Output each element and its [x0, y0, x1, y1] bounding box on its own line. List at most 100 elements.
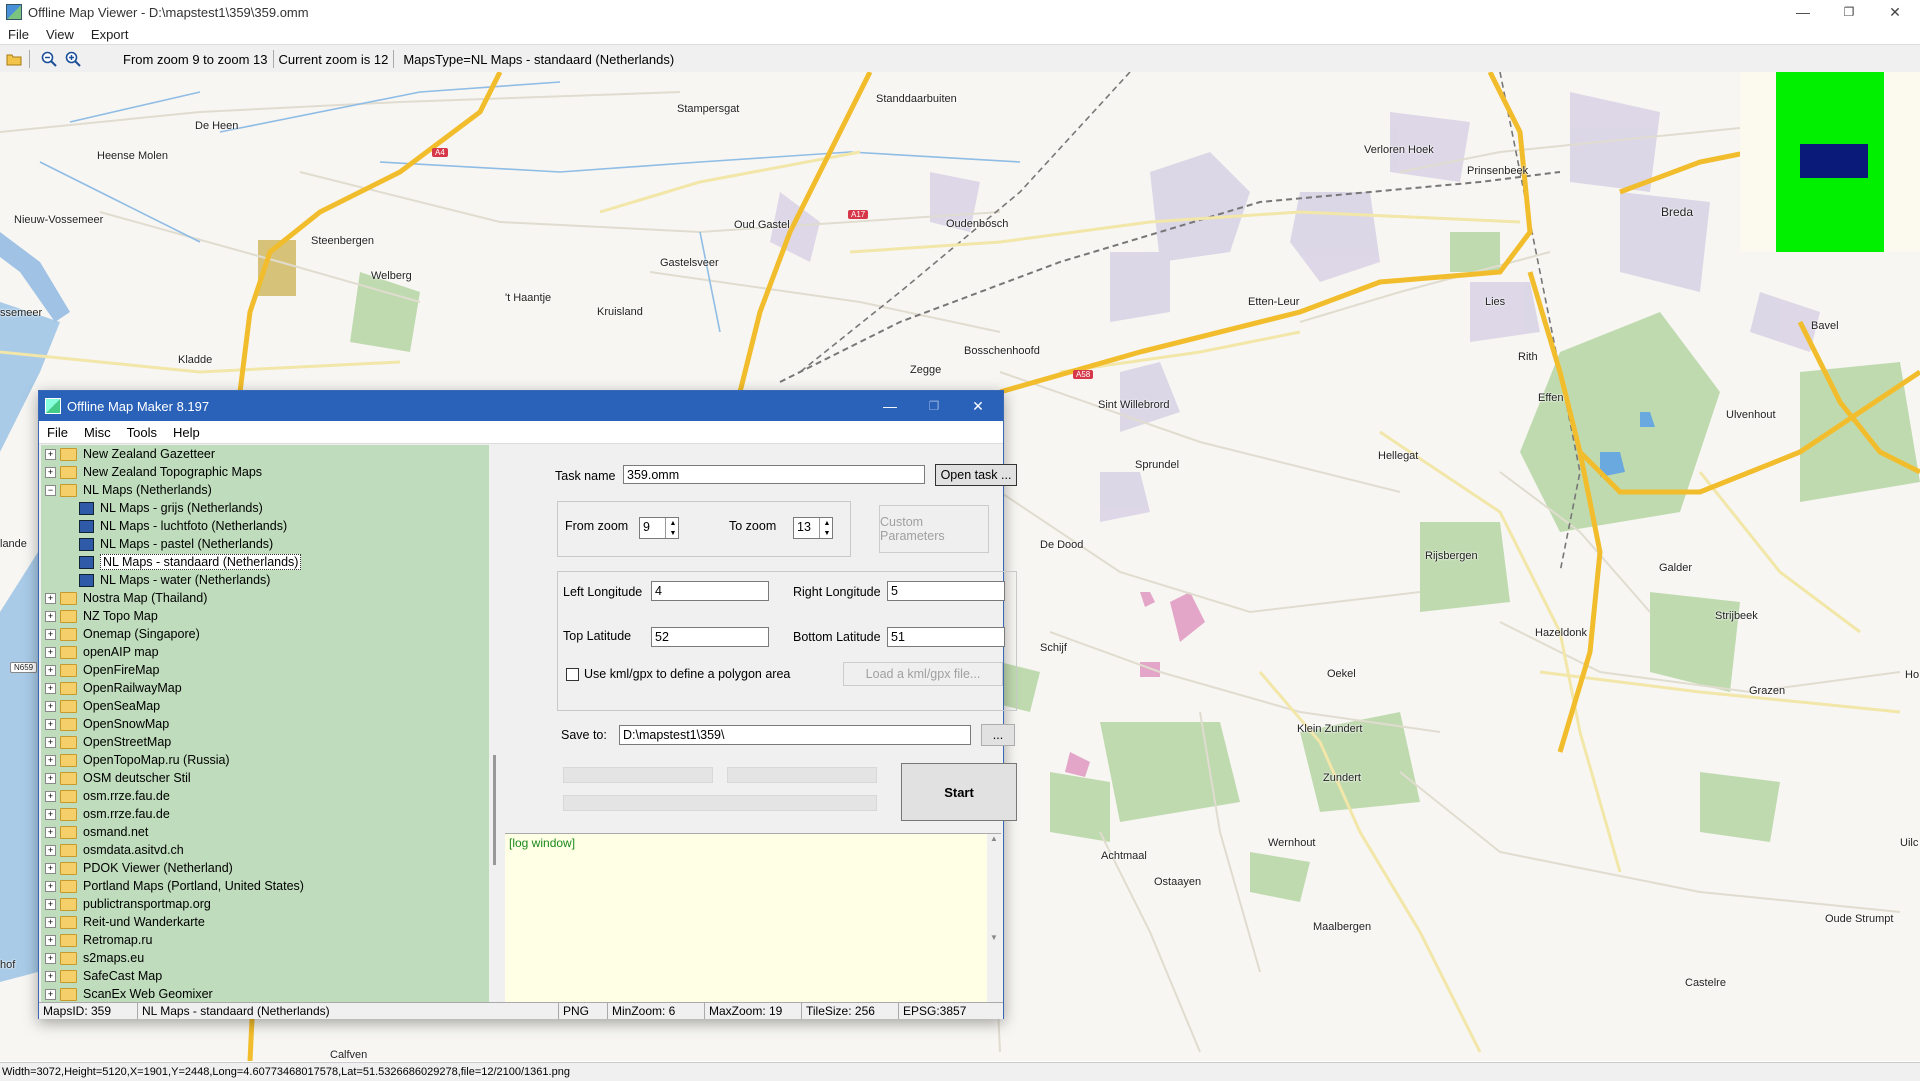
tree-item[interactable]: + OpenFireMap	[41, 661, 489, 679]
tree-item[interactable]: + Onemap (Singapore)	[41, 625, 489, 643]
zoom-out-icon[interactable]	[39, 49, 59, 69]
expand-icon[interactable]: +	[45, 826, 56, 838]
tree-item[interactable]: + OpenTopoMap.ru (Russia)	[41, 751, 489, 769]
expand-icon[interactable]: +	[45, 970, 56, 982]
tree-item[interactable]: + Nostra Map (Thailand)	[41, 589, 489, 607]
expand-icon[interactable]: +	[45, 448, 56, 460]
from-zoom-spinner[interactable]: ▲ ▼	[665, 518, 680, 538]
tree-item[interactable]: − NL Maps (Netherlands)	[41, 481, 489, 499]
dialog-menu-tools[interactable]: Tools	[119, 425, 165, 440]
expand-icon[interactable]: +	[45, 916, 56, 928]
expand-icon[interactable]: +	[45, 664, 56, 676]
expand-icon[interactable]: +	[45, 646, 56, 658]
browse-button[interactable]: ...	[981, 724, 1015, 746]
bottom-latitude-input[interactable]: 51	[887, 627, 1005, 647]
tree-item[interactable]: NL Maps - pastel (Netherlands)	[41, 535, 489, 553]
close-button[interactable]: ✕	[1872, 0, 1918, 24]
expand-icon[interactable]: +	[45, 862, 56, 874]
zoom-in-icon[interactable]	[63, 49, 83, 69]
right-longitude-input[interactable]: 5	[887, 581, 1005, 601]
tree-item[interactable]: NL Maps - standaard (Netherlands)	[41, 553, 489, 571]
menu-view[interactable]: View	[38, 27, 83, 42]
expand-icon[interactable]: +	[45, 628, 56, 640]
menu-file[interactable]: File	[0, 27, 38, 42]
tree-item[interactable]: NL Maps - water (Netherlands)	[41, 571, 489, 589]
tree-item[interactable]: + publictransportmap.org	[41, 895, 489, 913]
top-latitude-input[interactable]: 52	[651, 627, 769, 647]
tree-item-label: NL Maps - luchtfoto (Netherlands)	[100, 519, 288, 533]
place-label: 't Haantje	[505, 292, 552, 304]
to-zoom-spinner[interactable]: ▲ ▼	[819, 518, 834, 538]
tree-item[interactable]: + OSM deutscher Stil	[41, 769, 489, 787]
task-name-field[interactable]: 359.omm	[623, 465, 925, 484]
save-to-field[interactable]: D:\mapstest1\359\	[619, 725, 971, 745]
left-longitude-input[interactable]: 4	[651, 581, 769, 601]
expand-icon[interactable]: +	[45, 808, 56, 820]
expand-icon[interactable]: +	[45, 466, 56, 478]
place-label: Kladde	[178, 354, 213, 366]
expand-icon[interactable]: +	[45, 952, 56, 964]
tree-item[interactable]: + SafeCast Map	[41, 967, 489, 985]
tree-item[interactable]: + OpenStreetMap	[41, 733, 489, 751]
tree-item[interactable]: + OpenSnowMap	[41, 715, 489, 733]
expand-icon[interactable]: +	[45, 844, 56, 856]
menu-export[interactable]: Export	[83, 27, 138, 42]
place-label: Uilc	[1900, 837, 1919, 849]
tree-item[interactable]: + openAIP map	[41, 643, 489, 661]
start-button[interactable]: Start	[901, 763, 1017, 821]
minimap-viewport[interactable]	[1800, 144, 1868, 178]
tree-item[interactable]: + OpenSeaMap	[41, 697, 489, 715]
tree-item[interactable]: + osmand.net	[41, 823, 489, 841]
expand-icon[interactable]: +	[45, 700, 56, 712]
dialog-menu-misc[interactable]: Misc	[76, 425, 119, 440]
expand-icon[interactable]: +	[45, 682, 56, 694]
expand-icon[interactable]: +	[45, 718, 56, 730]
expand-icon[interactable]: +	[45, 736, 56, 748]
dialog-maximize-button[interactable]: ❐	[911, 391, 957, 421]
expand-icon[interactable]: +	[45, 754, 56, 766]
tree-scroll-thumb[interactable]	[493, 755, 496, 865]
dialog-menu-file[interactable]: File	[39, 425, 76, 440]
map-source-tree[interactable]: + New Zealand Gazetteer + New Zealand Topog…	[41, 445, 490, 1002]
expand-icon[interactable]: +	[45, 934, 56, 946]
expand-icon[interactable]: +	[45, 592, 56, 604]
tree-item[interactable]: + PDOK Viewer (Netherland)	[41, 859, 489, 877]
tree-item[interactable]: + s2maps.eu	[41, 949, 489, 967]
expand-icon[interactable]: +	[45, 772, 56, 784]
use-kml-checkbox[interactable]	[566, 668, 579, 681]
dialog-close-button[interactable]: ✕	[955, 391, 1001, 421]
load-kml-button[interactable]: Load a kml/gpx file...	[843, 662, 1003, 686]
dialog-minimize-button[interactable]: —	[867, 391, 913, 421]
tree-item[interactable]: + Retromap.ru	[41, 931, 489, 949]
tree-scrollbar[interactable]	[489, 445, 505, 1002]
open-task-button[interactable]: Open task ...	[935, 464, 1017, 486]
maximize-button[interactable]: ❐	[1826, 0, 1872, 24]
expand-icon[interactable]: +	[45, 898, 56, 910]
tree-item[interactable]: NL Maps - grijs (Netherlands)	[41, 499, 489, 517]
dialog-menu-help[interactable]: Help	[165, 425, 208, 440]
custom-parameters-button[interactable]: Custom Parameters	[879, 505, 989, 553]
folder-icon	[60, 933, 77, 947]
tree-item[interactable]: + New Zealand Gazetteer	[41, 445, 489, 463]
expand-icon[interactable]: +	[45, 790, 56, 802]
right-longitude-label: Right Longitude	[793, 585, 881, 599]
log-window[interactable]: [log window] ▲ ▼	[505, 833, 1001, 1002]
tree-item[interactable]: + osm.rrze.fau.de	[41, 787, 489, 805]
collapse-icon[interactable]: −	[45, 484, 56, 496]
tree-item[interactable]: + Reit-und Wanderkarte	[41, 913, 489, 931]
expand-icon[interactable]: +	[45, 988, 56, 1000]
tree-item[interactable]: + NZ Topo Map	[41, 607, 489, 625]
tree-item[interactable]: + Portland Maps (Portland, United States)	[41, 877, 489, 895]
expand-icon[interactable]: +	[45, 880, 56, 892]
tree-item[interactable]: NL Maps - luchtfoto (Netherlands)	[41, 517, 489, 535]
expand-icon[interactable]: +	[45, 610, 56, 622]
tree-item[interactable]: + ScanEx Web Geomixer	[41, 985, 489, 1002]
tree-item[interactable]: + OpenRailwayMap	[41, 679, 489, 697]
log-scrollbar[interactable]: ▲ ▼	[987, 834, 1001, 1002]
minimize-button[interactable]: —	[1780, 0, 1826, 24]
open-folder-icon[interactable]	[4, 49, 24, 69]
tree-item[interactable]: + osm.rrze.fau.de	[41, 805, 489, 823]
overview-minimap[interactable]	[1740, 72, 1920, 252]
tree-item[interactable]: + osmdata.asitvd.ch	[41, 841, 489, 859]
tree-item[interactable]: + New Zealand Topographic Maps	[41, 463, 489, 481]
